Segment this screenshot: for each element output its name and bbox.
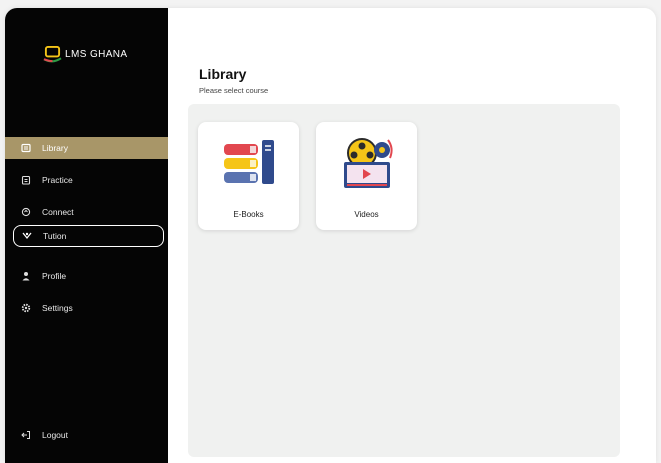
ebooks-card[interactable]: E-Books <box>198 122 299 230</box>
sidebar-item-profile[interactable]: Profile <box>5 265 168 287</box>
sidebar-item-practice[interactable]: Practice <box>5 169 168 191</box>
logout-button[interactable]: Logout <box>5 424 168 446</box>
book-icon <box>20 142 32 154</box>
books-icon <box>224 140 274 184</box>
course-panel: E-Books Videos <box>188 104 620 457</box>
logo-text: LMS GHANA <box>65 49 128 60</box>
sidebar-item-settings[interactable]: Settings <box>5 297 168 319</box>
video-reel-icon <box>344 138 393 188</box>
clipboard-icon <box>20 174 32 186</box>
main-content: Library Please select course E-Books Vid… <box>168 8 656 463</box>
tuition-icon <box>21 230 33 242</box>
sidebar-item-label: Profile <box>42 271 67 281</box>
videos-card[interactable]: Videos <box>316 122 417 230</box>
sidebar-item-label: Connect <box>42 207 74 217</box>
app-window: LMS GHANA Library Practice Connect Tutio <box>5 8 656 463</box>
sidebar-item-label: Settings <box>42 303 73 313</box>
page-subtitle: Please select course <box>199 86 269 95</box>
gear-icon <box>20 302 32 314</box>
sidebar-item-label: Library <box>42 143 68 153</box>
card-label: Videos <box>354 210 379 219</box>
connect-icon <box>20 206 32 218</box>
sidebar-item-library[interactable]: Library <box>5 137 168 159</box>
sidebar-item-tution[interactable]: Tution <box>13 225 164 247</box>
sidebar-item-label: Practice <box>42 175 73 185</box>
logo-icon <box>43 46 62 63</box>
person-icon <box>20 270 32 282</box>
page-title: Library <box>199 66 247 82</box>
sidebar: LMS GHANA Library Practice Connect Tutio <box>5 8 168 463</box>
logout-label: Logout <box>42 430 68 440</box>
sidebar-item-label: Tution <box>43 231 67 241</box>
sidebar-item-connect[interactable]: Connect <box>5 201 168 223</box>
card-label: E-Books <box>233 210 264 219</box>
app-logo[interactable]: LMS GHANA <box>43 46 128 63</box>
logout-icon <box>20 429 32 441</box>
